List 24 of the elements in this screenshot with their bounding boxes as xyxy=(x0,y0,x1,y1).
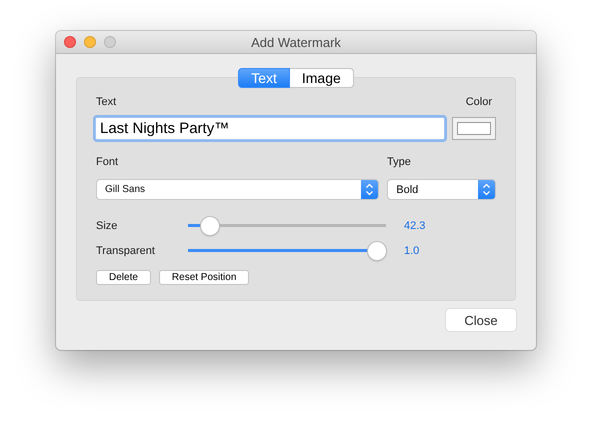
slider-label: Size xyxy=(96,220,118,232)
text-input-field[interactable]: Last Nights Party™ xyxy=(95,117,446,140)
minimize-icon[interactable] xyxy=(84,36,96,48)
zoom-icon[interactable] xyxy=(104,36,116,48)
close-button[interactable]: Close xyxy=(446,309,516,331)
window-title: Add Watermark xyxy=(250,34,342,50)
field-label: Text xyxy=(96,96,116,108)
color-well[interactable] xyxy=(452,117,496,140)
field-label: Color xyxy=(466,96,492,108)
field-label: Font xyxy=(96,156,118,168)
panel-button[interactable]: Delete xyxy=(96,270,151,285)
slider-value: 42.3 xyxy=(404,220,426,232)
field-label: Type xyxy=(387,156,412,168)
close-window-icon[interactable] xyxy=(64,36,76,48)
slider-label: Transparent xyxy=(96,244,156,256)
type-dropdown[interactable]: Bold xyxy=(387,179,496,200)
stepper-icon xyxy=(478,180,495,199)
panel-button[interactable]: Reset Position xyxy=(158,270,250,285)
slider-thumb[interactable] xyxy=(200,216,219,234)
slider-value: 1.0 xyxy=(404,244,420,256)
tab[interactable]: Image xyxy=(290,68,354,88)
font-dropdown[interactable]: Gill Sans xyxy=(96,179,380,200)
stepper-icon xyxy=(361,180,378,199)
slider-thumb[interactable] xyxy=(368,242,386,260)
